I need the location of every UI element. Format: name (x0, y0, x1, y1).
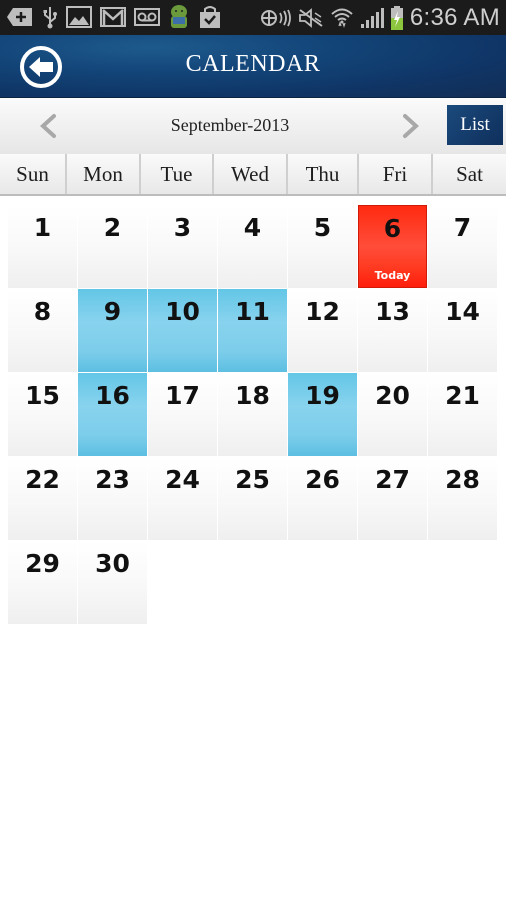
day-number: 10 (165, 297, 200, 326)
day-cell[interactable]: 1 (8, 205, 77, 288)
day-number: 17 (165, 381, 200, 410)
day-cell[interactable]: 30 (78, 541, 147, 624)
wifi-icon (330, 6, 354, 30)
day-cell[interactable]: 13 (358, 289, 427, 372)
day-number: 7 (453, 213, 472, 242)
day-number: 21 (445, 381, 480, 410)
day-cell[interactable]: 21 (428, 373, 497, 456)
day-cell[interactable]: 12 (288, 289, 357, 372)
gmail-icon (100, 5, 126, 29)
day-cell[interactable]: 4 (218, 205, 287, 288)
day-cell[interactable]: 26 (288, 457, 357, 540)
next-month-button[interactable] (399, 112, 423, 140)
day-number: 6 (383, 214, 402, 243)
add-notification-icon (6, 5, 34, 29)
calendar-grid: 1 2 3 4 5 6 Today 7 8 9 10 11 12 13 14 15 16 17 18 19 20 21 22… (0, 196, 506, 636)
day-cell[interactable]: 6 Today (358, 205, 427, 288)
nfc-icon (260, 6, 292, 30)
weekday-tue: Tue (141, 154, 214, 194)
signal-icon (360, 6, 384, 30)
day-cell[interactable]: 18 (218, 373, 287, 456)
day-number: 30 (95, 549, 130, 578)
weekday-thu: Thu (288, 154, 359, 194)
day-cell[interactable]: 24 (148, 457, 217, 540)
day-number: 25 (235, 465, 270, 494)
day-number: 24 (165, 465, 200, 494)
clock: 6:36 AM (409, 3, 500, 31)
notification-icons (6, 4, 222, 30)
day-number: 15 (25, 381, 60, 410)
day-cell[interactable]: 22 (8, 457, 77, 540)
day-number: 26 (305, 465, 340, 494)
day-number: 2 (103, 213, 122, 242)
chevron-right-icon (403, 114, 419, 138)
day-cell[interactable]: 8 (8, 289, 77, 372)
day-cell[interactable]: 9 (78, 289, 147, 372)
day-number: 4 (243, 213, 262, 242)
day-number: 22 (25, 465, 60, 494)
gallery-icon (66, 5, 92, 29)
day-number: 12 (305, 297, 340, 326)
usb-icon (42, 5, 58, 29)
day-number: 14 (445, 297, 480, 326)
day-cell[interactable]: 11 (218, 289, 287, 372)
android-icon (168, 5, 190, 29)
weekday-wed: Wed (214, 154, 288, 194)
day-cell[interactable]: 28 (428, 457, 497, 540)
day-number: 1 (33, 213, 52, 242)
day-cell[interactable]: 5 (288, 205, 357, 288)
system-icons: 6:36 AM (260, 0, 500, 35)
day-cell[interactable]: 7 (428, 205, 497, 288)
title-bar: CALENDAR (0, 35, 506, 98)
day-cell[interactable]: 20 (358, 373, 427, 456)
day-number: 19 (305, 381, 340, 410)
day-cell[interactable]: 23 (78, 457, 147, 540)
day-number: 11 (235, 297, 270, 326)
day-cell[interactable]: 15 (8, 373, 77, 456)
day-cell[interactable]: 19 (288, 373, 357, 456)
day-number: 5 (313, 213, 332, 242)
day-cell[interactable]: 16 (78, 373, 147, 456)
day-number: 13 (375, 297, 410, 326)
day-cell[interactable]: 2 (78, 205, 147, 288)
day-cell[interactable]: 29 (8, 541, 77, 624)
list-view-button[interactable]: List (447, 105, 503, 145)
weekday-sat: Sat (433, 154, 506, 194)
day-number: 16 (95, 381, 130, 410)
day-number: 27 (375, 465, 410, 494)
day-number: 23 (95, 465, 130, 494)
day-cell[interactable]: 25 (218, 457, 287, 540)
mute-icon (298, 6, 324, 30)
day-cell[interactable]: 10 (148, 289, 217, 372)
current-month-label: September-2013 (170, 115, 290, 135)
month-navigation: September-2013 List (0, 98, 506, 154)
weekday-sun: Sun (0, 154, 67, 194)
weekday-mon: Mon (67, 154, 141, 194)
shopping-bag-check-icon (198, 5, 222, 29)
weekday-header: Sun Mon Tue Wed Thu Fri Sat (0, 154, 506, 196)
previous-month-button[interactable] (36, 112, 60, 140)
day-cell[interactable]: 3 (148, 205, 217, 288)
chevron-left-icon (40, 114, 56, 138)
day-cell[interactable]: 14 (428, 289, 497, 372)
day-number: 28 (445, 465, 480, 494)
voicemail-icon (134, 5, 160, 29)
day-number: 29 (25, 549, 60, 578)
today-label: Today (374, 269, 411, 282)
day-number: 18 (235, 381, 270, 410)
status-bar: 6:36 AM (0, 0, 506, 35)
day-cell[interactable]: 27 (358, 457, 427, 540)
battery-charging-icon (390, 5, 404, 30)
weekday-fri: Fri (359, 154, 433, 194)
day-number: 3 (173, 213, 192, 242)
page-title: CALENDAR (185, 51, 321, 77)
day-number: 8 (33, 297, 52, 326)
day-cell[interactable]: 17 (148, 373, 217, 456)
day-number: 20 (375, 381, 410, 410)
day-number: 9 (103, 297, 122, 326)
